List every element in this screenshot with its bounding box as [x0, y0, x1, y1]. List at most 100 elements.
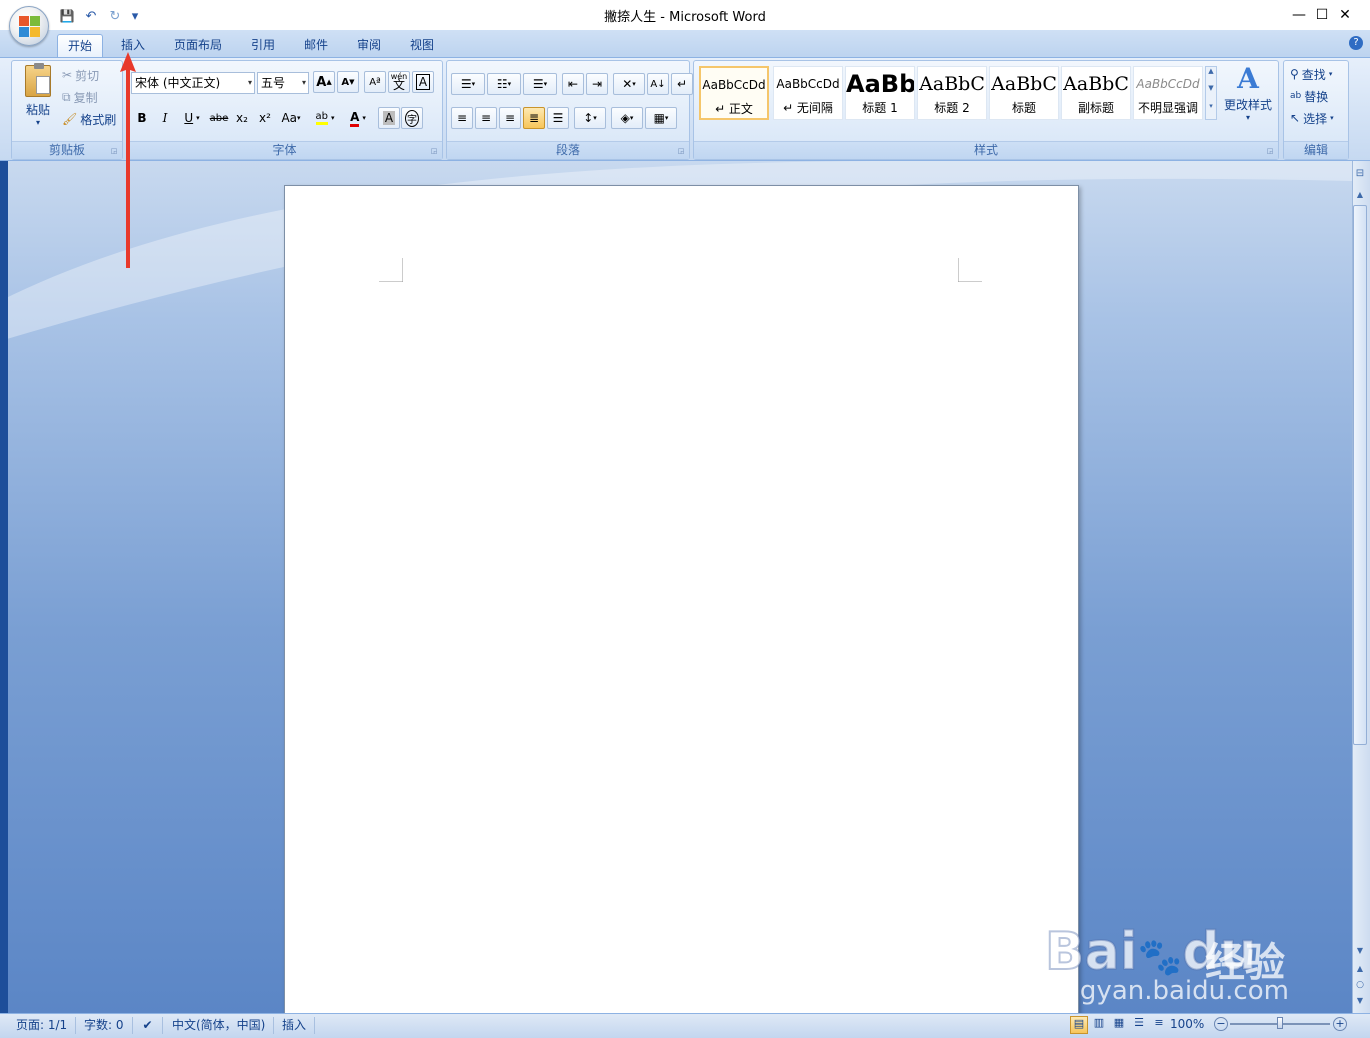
tab-references[interactable]: 引用: [241, 34, 285, 58]
copy-label: 复制: [73, 90, 98, 105]
styles-scroll[interactable]: ▲ ▼ ▾: [1205, 66, 1217, 120]
subscript-button[interactable]: x₂: [231, 107, 253, 129]
font-size-combo[interactable]: 五号 ▾: [257, 72, 309, 94]
close-button[interactable]: ✕: [1322, 0, 1368, 30]
print-layout-icon[interactable]: ▤: [1070, 1016, 1088, 1034]
line-spacing-icon: ↕: [583, 111, 594, 125]
character-border-button[interactable]: A: [412, 71, 434, 93]
phonetic-guide-button[interactable]: wén 文: [388, 71, 410, 93]
font-color-button[interactable]: A ▾: [342, 107, 374, 129]
tab-mailings[interactable]: 邮件: [294, 34, 338, 58]
style-no-spacing[interactable]: AaBbCcDd ↵ 无间隔: [773, 66, 843, 120]
next-page-icon[interactable]: ▼: [1354, 996, 1366, 1008]
dialog-launcher-icon[interactable]: ◲: [676, 146, 686, 156]
draft-view-icon[interactable]: ≡: [1150, 1016, 1168, 1034]
zoom-in-icon[interactable]: +: [1333, 1017, 1347, 1031]
line-spacing-button[interactable]: ↕ ▾: [574, 107, 606, 129]
editing-group-label: 编辑: [1284, 141, 1348, 159]
shrink-font-button[interactable]: A ▼: [337, 71, 359, 93]
chevron-up-icon[interactable]: ▲: [1206, 67, 1216, 84]
increase-indent-button[interactable]: ⇥: [586, 73, 608, 95]
scroll-down-icon[interactable]: ▼: [1354, 946, 1366, 958]
underline-button[interactable]: U ▾: [177, 107, 207, 129]
change-case-button[interactable]: Aa ▾: [277, 107, 305, 129]
save-icon[interactable]: 💾: [58, 9, 76, 23]
sort-icon: A↓: [650, 78, 666, 90]
highlight-button[interactable]: ab ▾: [309, 107, 341, 129]
more-styles-icon[interactable]: ▾: [1206, 102, 1216, 119]
document-page[interactable]: [284, 185, 1079, 1015]
zoom-level[interactable]: 100%: [1170, 1017, 1204, 1031]
style-subtitle[interactable]: AaBbC 副标题: [1061, 66, 1131, 120]
align-center-button[interactable]: ≡: [475, 107, 497, 129]
cut-label: 剪切: [75, 68, 100, 83]
tab-review[interactable]: 审阅: [347, 34, 391, 58]
font-tools-row2: B I U ▾ abe x₂ x² Aa ▾ ab ▾ A ▾ A 字: [131, 107, 423, 129]
style-title[interactable]: AaBbC 标题: [989, 66, 1059, 120]
select-button[interactable]: ↖ 选择 ▾: [1290, 108, 1334, 128]
justify-button[interactable]: ≣: [523, 107, 545, 129]
bullets-button[interactable]: ☰ ▾: [451, 73, 485, 95]
multilevel-list-button[interactable]: ☰ ▾: [523, 73, 557, 95]
dialog-launcher-icon[interactable]: ◲: [1265, 146, 1275, 156]
scrollbar-thumb[interactable]: [1353, 205, 1367, 745]
copy-button[interactable]: ⧉ 复制: [62, 87, 98, 107]
help-icon[interactable]: ?: [1349, 36, 1363, 50]
ruler-toggle-icon[interactable]: ⊟: [1354, 168, 1366, 182]
tab-page-layout[interactable]: 页面布局: [164, 34, 232, 58]
word-count[interactable]: 字数: 0: [76, 1017, 133, 1034]
decrease-indent-icon: ⇤: [567, 77, 579, 91]
sort-button[interactable]: A↓: [647, 73, 669, 95]
outline-view-icon[interactable]: ☰: [1130, 1016, 1148, 1034]
superscript-button[interactable]: x²: [254, 107, 276, 129]
align-right-button[interactable]: ≡: [499, 107, 521, 129]
clear-formatting-button[interactable]: Aª: [364, 71, 386, 93]
language-indicator[interactable]: 中文(简体，中国): [164, 1017, 275, 1034]
italic-button[interactable]: I: [154, 107, 176, 129]
scroll-up-icon[interactable]: ▲: [1354, 190, 1366, 202]
proofing-icon[interactable]: ✔: [133, 1017, 163, 1034]
customize-qat-icon[interactable]: ▾: [130, 9, 140, 24]
redo-icon[interactable]: ↻: [106, 9, 124, 24]
previous-page-icon[interactable]: ▲: [1354, 964, 1366, 976]
office-button[interactable]: [9, 6, 49, 46]
style-heading-1[interactable]: AaBb 标题 1: [845, 66, 915, 120]
enclose-characters-button[interactable]: 字: [401, 107, 423, 129]
shading-button[interactable]: ◈ ▾: [611, 107, 643, 129]
page-count[interactable]: 页面: 1/1: [8, 1017, 77, 1034]
cut-button[interactable]: ✂ 剪切: [62, 65, 99, 85]
character-shading-button[interactable]: A: [378, 107, 400, 129]
distributed-button[interactable]: ☰: [547, 107, 569, 129]
undo-icon[interactable]: ↶: [82, 9, 100, 24]
font-name-combo[interactable]: 宋体 (中文正文) ▾: [131, 72, 255, 94]
insert-mode-indicator[interactable]: 插入: [274, 1017, 316, 1034]
dialog-launcher-icon[interactable]: ◲: [429, 146, 439, 156]
align-right-icon: ≡: [504, 111, 516, 125]
replace-button[interactable]: ab 替换: [1290, 86, 1328, 106]
full-screen-reading-icon[interactable]: ▥: [1090, 1016, 1108, 1034]
style-subtle-emphasis[interactable]: AaBbCcDd 不明显强调: [1133, 66, 1203, 120]
decrease-indent-button[interactable]: ⇤: [562, 73, 584, 95]
tab-view[interactable]: 视图: [400, 34, 444, 58]
change-styles-button[interactable]: A 更改样式 ▾: [1221, 62, 1275, 136]
zoom-out-icon[interactable]: −: [1214, 1017, 1228, 1031]
numbering-button[interactable]: ☷ ▾: [487, 73, 521, 95]
replace-label: 替换: [1304, 89, 1329, 104]
tab-home[interactable]: 开始: [57, 34, 104, 58]
maximize-button[interactable]: ☐: [1276, 0, 1329, 30]
find-button[interactable]: ⚲ 查找 ▾: [1290, 64, 1332, 84]
chevron-down-icon[interactable]: ▼: [1206, 84, 1216, 101]
style-normal[interactable]: AaBbCcDd ↵ 正文: [699, 66, 769, 120]
strikethrough-button[interactable]: abe: [208, 107, 230, 129]
align-left-button[interactable]: ≡: [451, 107, 473, 129]
zoom-slider-thumb[interactable]: [1277, 1017, 1283, 1029]
borders-button[interactable]: ▦ ▾: [645, 107, 677, 129]
web-layout-icon[interactable]: ▦: [1110, 1016, 1128, 1034]
grow-font-button[interactable]: A ▲: [313, 71, 335, 93]
browse-object-icon[interactable]: ○: [1354, 980, 1366, 992]
format-painter-button[interactable]: 🖌 格式刷: [62, 109, 116, 129]
style-heading-2[interactable]: AaBbC 标题 2: [917, 66, 987, 120]
paste-button[interactable]: 粘贴 ▾: [18, 63, 58, 129]
chinese-layout-button[interactable]: ✕ ▾: [613, 73, 645, 95]
show-marks-button[interactable]: ↵: [671, 73, 693, 95]
